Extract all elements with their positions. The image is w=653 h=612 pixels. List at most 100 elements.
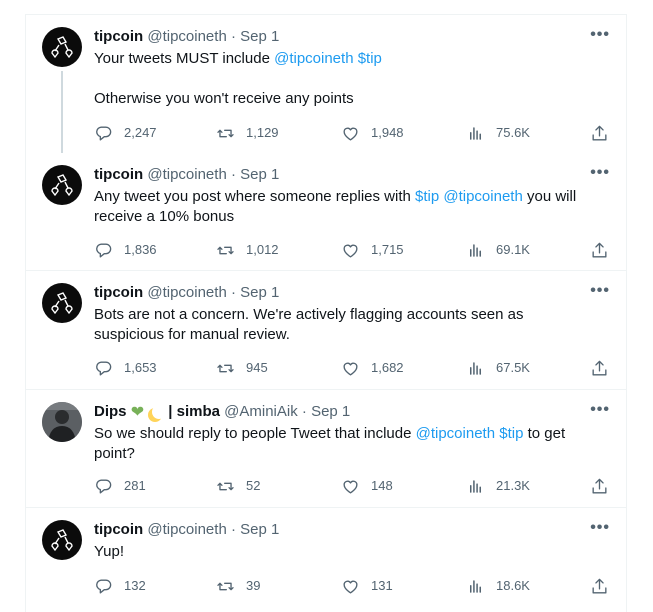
reply-button[interactable]: 1,836 [94, 240, 157, 260]
reply-icon [96, 125, 112, 141]
mention-link[interactable]: @tipcoineth [416, 425, 495, 442]
views-count: 67.5K [496, 360, 530, 375]
like-button[interactable]: 1,948 [341, 123, 404, 143]
like-count: 1,715 [371, 242, 404, 257]
like-button[interactable]: 1,682 [341, 358, 404, 378]
more-icon[interactable]: ••• [590, 163, 610, 183]
author-name[interactable]: Dips [94, 403, 127, 420]
tweet-3[interactable]: Dips ❤ | simba @AminiAik · Sep 1 ••• So … [26, 390, 626, 508]
like-button[interactable]: 131 [341, 576, 393, 596]
retweet-count: 52 [246, 478, 261, 493]
views-button[interactable]: 67.5K [466, 358, 530, 378]
author-name[interactable]: tipcoin [94, 521, 143, 538]
author-handle[interactable]: @tipcoineth [147, 521, 226, 538]
author-name[interactable]: tipcoin [94, 284, 143, 301]
reply-icon [96, 478, 112, 494]
author-handle[interactable]: @AminiAik [224, 403, 298, 420]
tweet-date[interactable]: Sep 1 [240, 166, 279, 183]
tweet-text: So we should reply to people Tweet that … [94, 424, 610, 464]
retweet-button[interactable]: 1,012 [216, 240, 279, 260]
like-count: 1,682 [371, 360, 404, 375]
tweet-0[interactable]: tipcoin @tipcoineth · Sep 1 ••• Your twe… [26, 15, 626, 153]
views-icon [469, 579, 482, 593]
author-name-suffix[interactable]: | simba [168, 403, 220, 420]
more-icon[interactable]: ••• [590, 400, 610, 420]
more-icon[interactable]: ••• [590, 281, 610, 301]
tweet-text-segment: receive a 10% bonus [94, 208, 235, 225]
tweet-text: Your tweets MUST include @tipcoineth $ti… [94, 49, 610, 109]
retweet-button[interactable]: 945 [216, 358, 268, 378]
mention-link[interactable]: @tipcoineth [443, 188, 522, 205]
share-button[interactable] [590, 476, 620, 496]
avatar[interactable] [42, 27, 82, 67]
more-icon[interactable]: ••• [590, 518, 610, 538]
retweet-button[interactable]: 1,129 [216, 123, 279, 143]
green-heart-icon: ❤ [130, 404, 145, 421]
like-count: 131 [371, 578, 393, 593]
avatar[interactable] [42, 402, 82, 442]
views-button[interactable]: 21.3K [466, 476, 530, 496]
tweet-text-segment: Otherwise you won't receive any points [94, 90, 354, 107]
reply-icon [96, 242, 112, 258]
avatar[interactable] [42, 283, 82, 323]
author-name[interactable]: tipcoin [94, 28, 143, 45]
retweet-icon [217, 482, 234, 490]
tweet-date[interactable]: Sep 1 [240, 521, 279, 538]
views-button[interactable]: 75.6K [466, 123, 530, 143]
avatar[interactable] [42, 165, 82, 205]
like-icon [343, 362, 358, 376]
views-icon [469, 126, 482, 140]
share-button[interactable] [590, 358, 620, 378]
author-handle[interactable]: @tipcoineth [147, 284, 226, 301]
tweet-4[interactable]: tipcoin @tipcoineth · Sep 1 ••• Yup! 132… [26, 508, 626, 612]
tweet-text-segment: point? [94, 445, 135, 462]
mention-link[interactable]: $tip [499, 425, 523, 442]
separator-dot: · [230, 284, 236, 301]
like-button[interactable]: 148 [341, 476, 393, 496]
retweet-icon [217, 582, 234, 590]
share-button[interactable] [590, 576, 620, 596]
tweet-date[interactable]: Sep 1 [240, 284, 279, 301]
tweet-actions: 1,653 945 1,682 67.5K [94, 358, 610, 378]
tweet-actions: 281 52 148 21.3K [94, 476, 610, 496]
views-icon [469, 243, 482, 257]
reply-button[interactable]: 2,247 [94, 123, 157, 143]
views-button[interactable]: 18.6K [466, 576, 530, 596]
author-handle[interactable]: @tipcoineth [147, 28, 226, 45]
mention-link[interactable]: @tipcoineth [274, 50, 353, 67]
tweet-text-line: Bots are not a concern. We're actively f… [94, 305, 610, 325]
tweet-actions: 2,247 1,129 1,948 75.6K [94, 123, 610, 143]
tweet-header: tipcoin @tipcoineth · Sep 1 ••• [94, 163, 610, 185]
views-icon [469, 361, 482, 375]
author-handle[interactable]: @tipcoineth [147, 166, 226, 183]
retweet-button[interactable]: 39 [216, 576, 260, 596]
views-button[interactable]: 69.1K [466, 240, 530, 260]
tweet-actions: 132 39 131 18.6K [94, 576, 610, 596]
author-name[interactable]: tipcoin [94, 166, 143, 183]
share-button[interactable] [590, 240, 620, 260]
tweet-text-line: receive a 10% bonus [94, 207, 610, 227]
tweet-text-segment: you will [522, 188, 577, 205]
avatar[interactable] [42, 520, 82, 560]
tweet-date[interactable]: Sep 1 [240, 28, 279, 45]
reply-button[interactable]: 132 [94, 576, 146, 596]
reply-button[interactable]: 1,653 [94, 358, 157, 378]
reply-button[interactable]: 281 [94, 476, 146, 496]
share-button[interactable] [590, 123, 620, 143]
reply-icon [96, 360, 112, 376]
retweet-button[interactable]: 52 [216, 476, 260, 496]
tweet-2[interactable]: tipcoin @tipcoineth · Sep 1 ••• Bots are… [26, 271, 626, 390]
tweet-date[interactable]: Sep 1 [311, 403, 350, 420]
tipcoin-logo-icon [51, 174, 73, 197]
tipcoin-logo-icon [51, 36, 73, 59]
retweet-icon [217, 364, 234, 372]
mention-link[interactable]: $tip [358, 50, 382, 67]
share-icon [592, 242, 607, 258]
retweet-count: 39 [246, 578, 261, 593]
tweet-1[interactable]: tipcoin @tipcoineth · Sep 1 ••• Any twee… [26, 153, 626, 271]
retweet-count: 1,129 [246, 125, 279, 140]
share-icon [592, 360, 607, 376]
like-button[interactable]: 1,715 [341, 240, 404, 260]
more-icon[interactable]: ••• [590, 25, 610, 45]
mention-link[interactable]: $tip [415, 188, 439, 205]
